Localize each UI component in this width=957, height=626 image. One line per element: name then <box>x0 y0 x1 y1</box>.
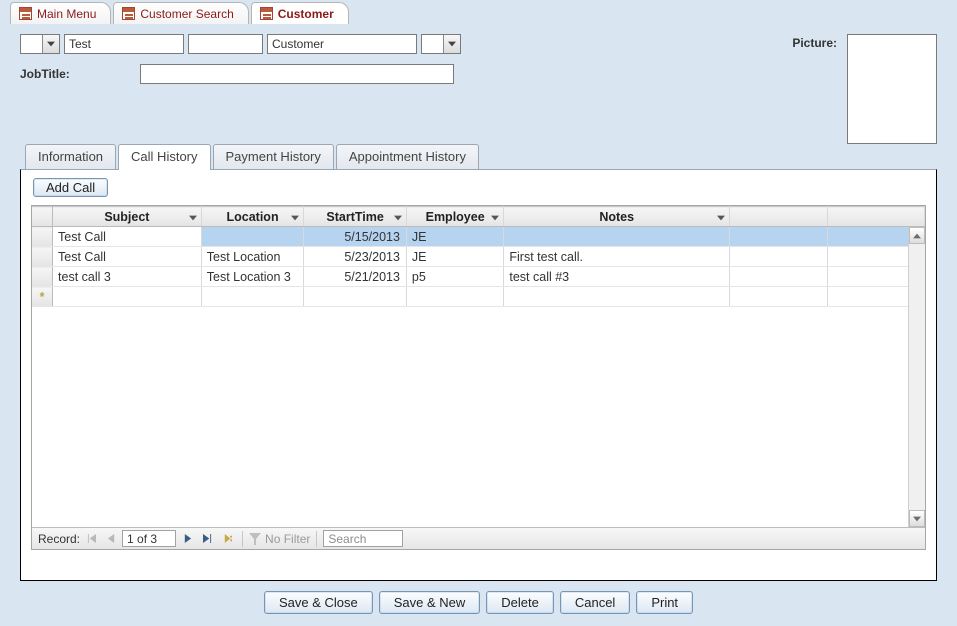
doc-tab-customer-search[interactable]: Customer Search <box>113 2 248 24</box>
cell-subject[interactable]: Test Call <box>53 247 202 267</box>
cell-subject[interactable]: test call 3 <box>53 267 202 287</box>
select-all-handle[interactable] <box>32 207 53 227</box>
form-icon <box>122 7 135 20</box>
tab-payment-history[interactable]: Payment History <box>213 144 334 170</box>
chevron-down-icon[interactable] <box>491 210 499 224</box>
cell-starttime[interactable]: 5/23/2013 <box>304 247 407 267</box>
separator <box>242 531 243 547</box>
separator <box>316 531 317 547</box>
form-icon <box>19 7 32 20</box>
filter-indicator[interactable]: No Filter <box>249 532 310 546</box>
col-notes[interactable]: Notes <box>504 207 730 227</box>
cell-notes[interactable]: test call #3 <box>504 267 730 287</box>
chevron-down-icon[interactable] <box>394 210 402 224</box>
first-name-input[interactable]: Test <box>64 34 184 54</box>
table-row[interactable]: Test Call Test Location 5/23/2013 JE Fir… <box>32 247 925 267</box>
col-subject[interactable]: Subject <box>53 207 202 227</box>
name-fields: Test Customer <box>20 34 461 54</box>
call-history-page: Add Call Subject Location StartTime Empl… <box>20 169 937 581</box>
picture-box[interactable] <box>847 34 937 144</box>
cell-starttime[interactable]: 5/15/2013 <box>304 227 407 247</box>
row-selector[interactable] <box>32 227 53 247</box>
last-name-input[interactable]: Customer <box>267 34 417 54</box>
tab-call-history[interactable]: Call History <box>118 144 210 170</box>
funnel-icon <box>249 533 261 545</box>
col-starttime[interactable]: StartTime <box>304 207 407 227</box>
save-new-button[interactable]: Save & New <box>379 591 481 614</box>
save-close-button[interactable]: Save & Close <box>264 591 373 614</box>
vertical-scrollbar[interactable] <box>908 227 925 527</box>
chevron-down-icon[interactable] <box>291 210 299 224</box>
chevron-down-icon[interactable] <box>443 35 460 53</box>
cell-location[interactable] <box>201 227 304 247</box>
suffix-combo[interactable] <box>421 34 461 54</box>
new-record-icon[interactable]: * <box>32 287 53 307</box>
nav-last-icon[interactable] <box>198 530 216 548</box>
print-button[interactable]: Print <box>636 591 693 614</box>
row-selector[interactable] <box>32 247 53 267</box>
cell-employee[interactable]: p5 <box>406 267 503 287</box>
nav-prev-icon[interactable] <box>102 530 120 548</box>
doc-tab-label: Customer <box>278 7 334 21</box>
detail-tab-bar: Information Call History Payment History… <box>20 144 937 170</box>
cell-employee[interactable]: JE <box>406 227 503 247</box>
col-employee[interactable]: Employee <box>406 207 503 227</box>
form-icon <box>260 7 273 20</box>
cell-notes[interactable]: First test call. <box>504 247 730 267</box>
middle-name-input[interactable] <box>188 34 263 54</box>
doc-tab-customer[interactable]: Customer <box>251 2 349 24</box>
new-record-row[interactable]: * <box>32 287 925 307</box>
col-location[interactable]: Location <box>201 207 304 227</box>
delete-button[interactable]: Delete <box>486 591 554 614</box>
grid-header-row: Subject Location StartTime Employee Note… <box>32 207 925 227</box>
form-action-bar: Save & Close Save & New Delete Cancel Pr… <box>20 581 937 620</box>
prefix-value <box>21 42 42 46</box>
doc-tab-label: Main Menu <box>37 7 96 21</box>
table-row[interactable]: test call 3 Test Location 3 5/21/2013 p5… <box>32 267 925 287</box>
doc-tab-label: Customer Search <box>140 7 233 21</box>
call-grid: Subject Location StartTime Employee Note… <box>31 205 926 550</box>
cell-notes[interactable] <box>504 227 730 247</box>
add-call-button[interactable]: Add Call <box>33 178 108 197</box>
suffix-value <box>422 42 443 46</box>
scroll-down-icon[interactable] <box>909 510 925 527</box>
table-row[interactable]: Test Call 5/15/2013 JE <box>32 227 925 247</box>
col-blank-2[interactable] <box>827 207 924 227</box>
chevron-down-icon[interactable] <box>42 35 59 53</box>
record-navigator: Record: 1 of 3 No Filter Search <box>32 527 925 549</box>
cell-employee[interactable]: JE <box>406 247 503 267</box>
record-label: Record: <box>38 532 80 546</box>
chevron-down-icon[interactable] <box>717 210 725 224</box>
document-tab-bar: Main Menu Customer Search Customer <box>0 0 957 24</box>
picture-label: Picture: <box>792 34 837 50</box>
jobtitle-label: JobTitle: <box>20 67 130 81</box>
search-input[interactable]: Search <box>323 530 403 547</box>
doc-tab-main-menu[interactable]: Main Menu <box>10 2 111 24</box>
jobtitle-input[interactable] <box>140 64 454 84</box>
tab-information[interactable]: Information <box>25 144 116 170</box>
cell-location[interactable]: Test Location 3 <box>201 267 304 287</box>
nav-new-icon[interactable] <box>218 530 236 548</box>
cancel-button[interactable]: Cancel <box>560 591 630 614</box>
customer-form: Test Customer Picture: JobTitle: Informa… <box>0 24 957 626</box>
filter-label: No Filter <box>265 532 310 546</box>
nav-first-icon[interactable] <box>82 530 100 548</box>
record-position-input[interactable]: 1 of 3 <box>122 530 176 547</box>
tab-appointment-history[interactable]: Appointment History <box>336 144 479 170</box>
chevron-down-icon[interactable] <box>189 210 197 224</box>
cell-subject[interactable]: Test Call <box>53 227 202 247</box>
cell-location[interactable]: Test Location <box>201 247 304 267</box>
prefix-combo[interactable] <box>20 34 60 54</box>
nav-next-icon[interactable] <box>178 530 196 548</box>
cell-starttime[interactable]: 5/21/2013 <box>304 267 407 287</box>
col-blank-1[interactable] <box>730 207 827 227</box>
scroll-up-icon[interactable] <box>909 227 925 244</box>
row-selector[interactable] <box>32 267 53 287</box>
